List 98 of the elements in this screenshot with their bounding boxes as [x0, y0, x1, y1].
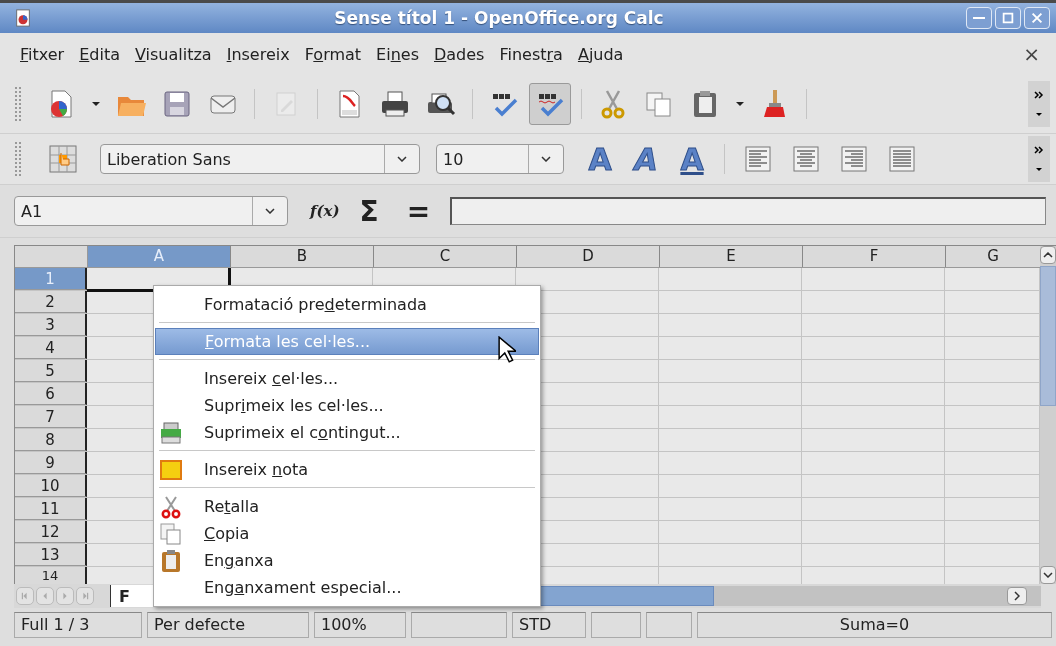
column-header[interactable]: C — [374, 246, 517, 267]
chevron-down-icon — [265, 208, 275, 214]
grid-hand-icon — [47, 143, 79, 175]
caret-icon[interactable] — [92, 100, 100, 108]
menu-item[interactable]: Eines — [370, 40, 427, 68]
minimize-button[interactable] — [966, 7, 992, 29]
minimize-icon — [973, 16, 985, 20]
printer-icon — [159, 420, 183, 445]
chevron-icon — [1034, 89, 1044, 119]
row-header[interactable]: 2 — [15, 291, 87, 313]
window-title: Sense títol 1 - OpenOffice.org Calc — [333, 8, 665, 28]
status-field: Suma=0 — [697, 612, 1052, 638]
align-center-icon — [790, 143, 822, 175]
column-header[interactable]: D — [517, 246, 660, 267]
toolbar-grip[interactable] — [14, 141, 22, 177]
status-field — [591, 612, 641, 638]
printer-icon — [379, 88, 411, 120]
menu-item[interactable]: Insereix — [220, 40, 298, 68]
menu-item[interactable]: Fitxer — [14, 40, 73, 68]
app-icon — [14, 9, 32, 27]
column-header[interactable]: E — [660, 246, 803, 267]
row-header[interactable]: 6 — [15, 383, 87, 405]
maximize-button[interactable] — [995, 7, 1021, 29]
status-field: Full 1 / 3 — [14, 612, 142, 638]
vertical-scrollbar-thumb[interactable] — [1040, 266, 1056, 406]
function-wizard-button[interactable]: f(x) — [310, 202, 340, 220]
scroll-up-button[interactable] — [1040, 246, 1056, 264]
status-field: 100% — [314, 612, 406, 638]
caret-icon[interactable] — [736, 100, 744, 108]
formula-input[interactable] — [450, 197, 1046, 225]
clipboard-icon — [159, 548, 183, 573]
name-box[interactable]: A1 — [14, 196, 288, 226]
scroll-down-button[interactable] — [1040, 566, 1056, 584]
maximize-icon — [1001, 11, 1015, 25]
row-header[interactable]: 9 — [15, 452, 87, 474]
status-field: STD — [512, 612, 586, 638]
menu-item[interactable]: Visualitza — [128, 40, 220, 68]
row-header[interactable]: 14 — [15, 567, 87, 584]
mouse-pointer-icon — [498, 336, 516, 363]
row-header[interactable]: 10 — [15, 475, 87, 497]
close-document-button[interactable]: × — [1023, 42, 1040, 66]
context-menu-item[interactable]: Retalla — [155, 493, 539, 520]
last-arrow-icon — [81, 592, 89, 600]
context-menu-item[interactable]: Suprimeix el contingut... — [155, 419, 539, 446]
toolbar-overflow-button[interactable] — [1028, 136, 1050, 182]
scissors-icon — [159, 494, 183, 519]
first-sheet-button[interactable] — [16, 587, 34, 605]
last-sheet-button[interactable] — [76, 587, 94, 605]
first-arrow-icon — [21, 592, 29, 600]
menu-item[interactable]: Ajuda — [571, 40, 632, 68]
toolbar-grip[interactable] — [14, 86, 22, 122]
column-header[interactable]: G — [946, 246, 1040, 267]
formula-button[interactable]: = — [398, 194, 439, 228]
chevron-down-icon — [1043, 572, 1053, 578]
status-field — [646, 612, 692, 638]
font-size-combo[interactable]: 10 — [436, 144, 564, 174]
column-header[interactable]: F — [803, 246, 946, 267]
chevron-down-icon — [541, 156, 551, 162]
chevron-icon — [1034, 144, 1044, 174]
previous-sheet-button[interactable] — [36, 587, 54, 605]
row-header[interactable]: 13 — [15, 544, 87, 566]
context-menu-item[interactable]: Copia — [155, 520, 539, 547]
row-header[interactable]: 3 — [15, 314, 87, 336]
copy-icon — [159, 521, 183, 546]
chevron-up-icon — [1043, 252, 1053, 258]
sum-button[interactable]: Σ — [351, 194, 387, 228]
row-header[interactable]: 7 — [15, 406, 87, 428]
left-arrow-icon — [41, 592, 49, 600]
menu-item[interactable]: Dades — [428, 40, 493, 68]
align-left-icon — [742, 143, 774, 175]
context-menu-item[interactable]: Formatació predeterminada — [155, 291, 539, 318]
row-header[interactable]: 12 — [15, 521, 87, 543]
note-icon — [159, 457, 183, 482]
chevron-down-icon — [397, 156, 407, 162]
row-header[interactable]: 8 — [15, 429, 87, 451]
row-header[interactable]: 11 — [15, 498, 87, 520]
font-name-combo[interactable]: Liberation Sans — [100, 144, 420, 174]
row-header[interactable]: 4 — [15, 337, 87, 359]
close-icon — [1030, 11, 1044, 25]
column-header[interactable]: B — [231, 246, 374, 267]
context-menu-item[interactable]: Insereix nota — [155, 456, 539, 483]
menu-item[interactable]: Edita — [73, 40, 128, 68]
justify-icon — [886, 143, 918, 175]
next-sheet-button[interactable] — [56, 587, 74, 605]
scroll-right-button[interactable] — [1007, 587, 1027, 605]
context-menu-item[interactable]: Suprimeix les cel·les... — [155, 392, 539, 419]
context-menu-item[interactable]: Enganxa — [155, 547, 539, 574]
chevron-right-icon — [1014, 591, 1020, 601]
right-arrow-icon — [61, 592, 69, 600]
autospell-button[interactable] — [529, 83, 571, 125]
align-right-icon — [838, 143, 870, 175]
context-menu-item[interactable]: Insereix cel·les... — [155, 365, 539, 392]
menu-item[interactable]: Format — [298, 40, 370, 68]
status-field: Per defecte — [147, 612, 309, 638]
row-header[interactable]: 5 — [15, 360, 87, 382]
close-button[interactable] — [1024, 7, 1050, 29]
menu-item[interactable]: Finestra — [493, 40, 571, 68]
toolbar-overflow-button[interactable] — [1028, 81, 1050, 127]
